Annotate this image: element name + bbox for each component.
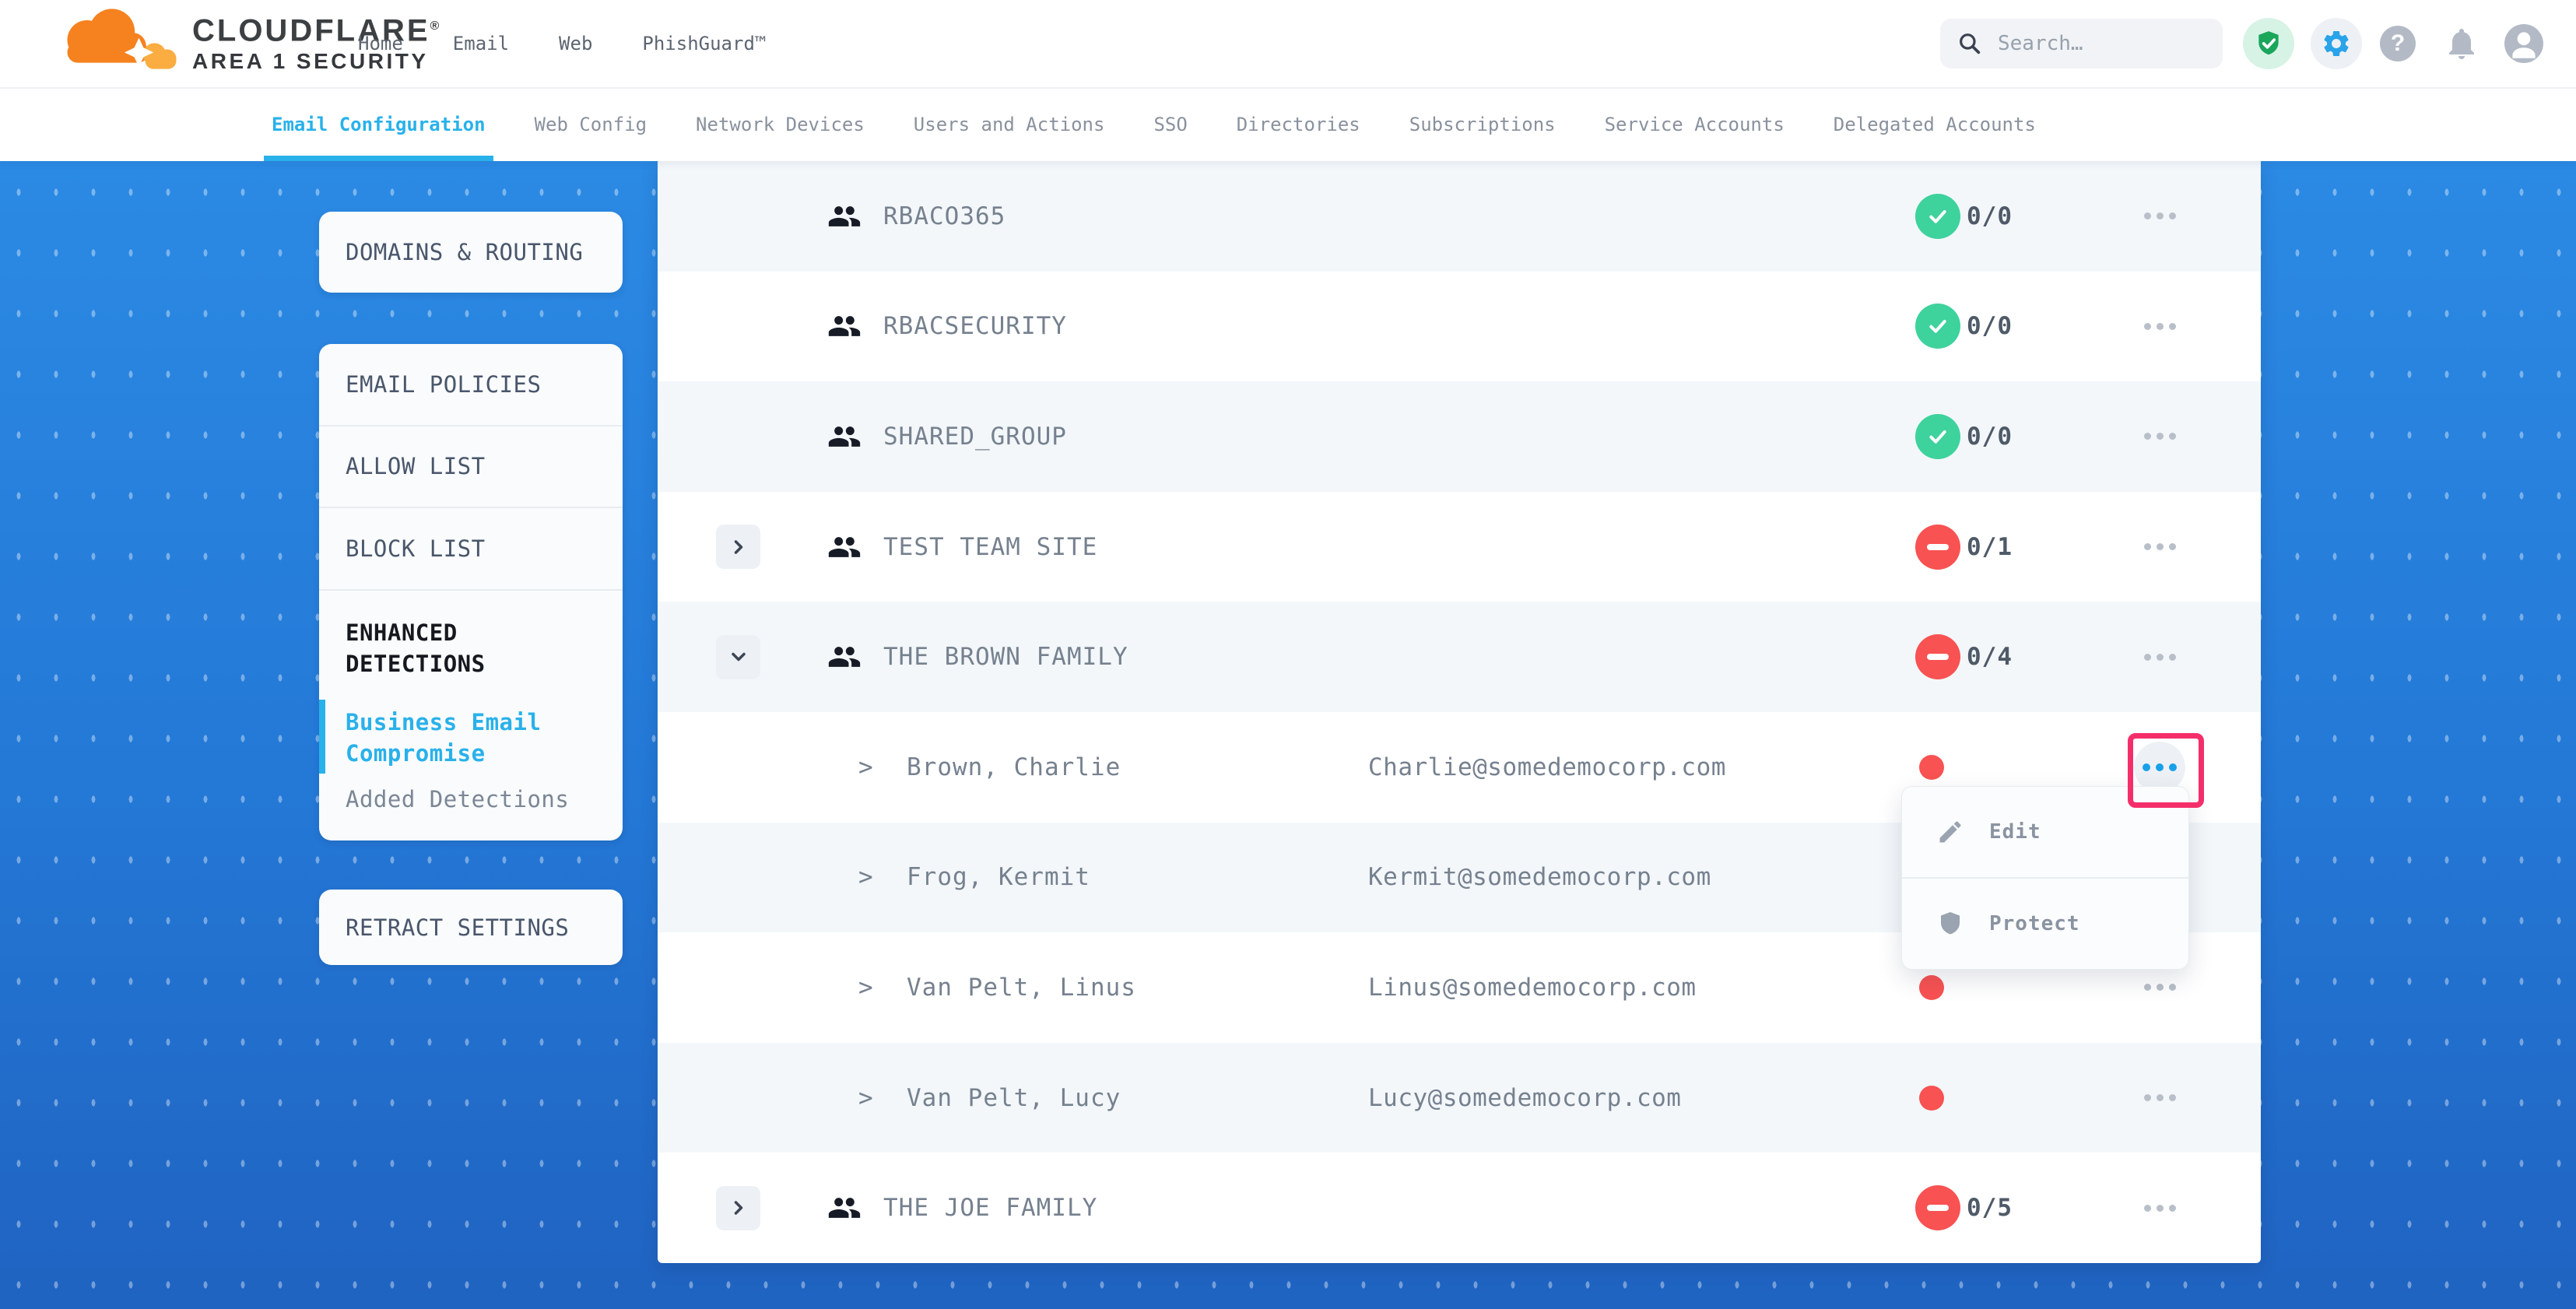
check-icon [1925, 204, 1950, 229]
row-actions-ellipsis-button[interactable] [2134, 742, 2185, 793]
row-actions-ellipsis-button[interactable] [2134, 191, 2185, 242]
status-dot-red [1919, 1086, 1944, 1111]
sidebar-item-email-policies[interactable]: EMAIL POLICIES [319, 344, 623, 426]
table-row-rbaco365: RBACO365 0/0 [658, 161, 2261, 272]
header-icon-group: ? [0, 0, 2576, 87]
sidebar-item-block-list[interactable]: BLOCK LIST [319, 508, 623, 591]
person-email: Lucy@somedemocorp.com [1368, 1043, 1681, 1153]
account-icon[interactable] [2504, 24, 2543, 63]
expand-collapse-button[interactable] [716, 635, 760, 679]
sidebar-item-business-email-compromise[interactable]: Business Email Compromise [319, 700, 553, 774]
status-dot-red [1919, 755, 1944, 780]
sidebar-item-allow-list[interactable]: ALLOW LIST [319, 426, 623, 509]
tab-delegated-accounts[interactable]: Delegated Accounts [1834, 87, 2036, 161]
row-actions-ellipsis-button[interactable] [2134, 1182, 2185, 1234]
tab-web-config[interactable]: Web Config [535, 87, 648, 161]
sidebar-label: DOMAINS & ROUTING [346, 239, 583, 265]
protected-count: 0/0 [1967, 161, 2013, 272]
context-menu-label: Protect [1989, 912, 2080, 935]
status-blocked-badge [1915, 525, 1960, 570]
group-name: THE BROWN FAMILY [883, 602, 1128, 712]
person-email: Charlie@somedemocorp.com [1368, 712, 1726, 823]
table-row-shared-group: SHARED_GROUP 0/0 [658, 381, 2261, 492]
chevron-right-icon [728, 1197, 749, 1219]
protected-count: 0/5 [1967, 1153, 2013, 1263]
shield-icon [1936, 910, 1964, 938]
tab-network-devices[interactable]: Network Devices [696, 87, 865, 161]
person-email: Kermit@somedemocorp.com [1368, 823, 1711, 933]
person-name: Frog, Kermit [907, 823, 1090, 933]
notifications-bell-icon[interactable] [2443, 25, 2480, 62]
person-row-prefix: > [858, 1043, 873, 1153]
group-name: SHARED_GROUP [883, 381, 1067, 492]
row-actions-ellipsis-button[interactable] [2134, 1072, 2185, 1124]
group-icon [827, 640, 862, 674]
chevron-right-icon [728, 536, 749, 558]
sidebar-policies-card: EMAIL POLICIES ALLOW LIST BLOCK LIST ENH… [319, 344, 623, 840]
sidebar-item-enhanced-detections[interactable]: ENHANCED DETECTIONS [319, 591, 545, 700]
status-dot-red [1919, 975, 1944, 1000]
protected-count: 0/4 [1967, 602, 2013, 712]
row-actions-ellipsis-button[interactable] [2134, 411, 2185, 462]
protected-count: 0/0 [1967, 381, 2013, 492]
protected-count: 0/1 [1967, 492, 2013, 602]
tab-subscriptions[interactable]: Subscriptions [1409, 87, 1556, 161]
person-name: Brown, Charlie [907, 712, 1121, 823]
tab-sso[interactable]: SSO [1153, 87, 1187, 161]
protected-count: 0/0 [1967, 272, 2013, 382]
settings-gear-icon[interactable] [2311, 18, 2362, 69]
tab-users-and-actions[interactable]: Users and Actions [914, 87, 1105, 161]
context-menu-label: Edit [1989, 820, 2041, 844]
app-header: CLOUDFLARE® AREA 1 SECURITY HomeEmailWeb… [0, 0, 2576, 89]
person-row-prefix: > [858, 823, 873, 933]
sidebar-item-domains-routing[interactable]: DOMAINS & ROUTING [319, 212, 623, 293]
group-icon [827, 530, 862, 564]
config-tab-bar: Email Configuration Web Config Network Dev… [0, 87, 2576, 161]
sidebar-item-added-detections[interactable]: Added Detections [319, 774, 623, 812]
tab-directories[interactable]: Directories [1237, 87, 1360, 161]
sidebar-item-retract-settings[interactable]: RETRACT SETTINGS [319, 890, 623, 965]
table-row-the-brown-family: THE BROWN FAMILY 0/4 [658, 602, 2261, 712]
expand-row-button[interactable] [716, 1186, 760, 1230]
tab-email-configuration[interactable]: Email Configuration [272, 87, 486, 161]
group-icon [827, 309, 862, 343]
group-name: RBACO365 [883, 161, 1005, 272]
group-icon [827, 199, 862, 233]
row-context-menu: Edit Protect [1901, 786, 2189, 970]
row-actions-ellipsis-button[interactable] [2134, 300, 2185, 352]
status-ok-badge [1915, 304, 1960, 349]
group-name: TEST TEAM SITE [883, 492, 1097, 602]
table-row-the-joe-family: THE JOE FAMILY 0/5 [658, 1153, 2261, 1263]
shield-check-icon[interactable] [2243, 18, 2294, 69]
group-icon [827, 419, 862, 454]
groups-table-panel: RBACO365 0/0 RBACSECURITY 0/0 SHARED_GROUP 0/… [658, 161, 2261, 1263]
chevron-down-icon [728, 646, 749, 668]
table-row-test-team-site: TEST TEAM SITE 0/1 [658, 492, 2261, 602]
status-blocked-badge [1915, 1185, 1960, 1230]
row-actions-ellipsis-button[interactable] [2134, 631, 2185, 683]
check-icon [1925, 314, 1950, 339]
context-menu-item-protect[interactable]: Protect [1902, 877, 2188, 969]
person-email: Linus@somedemocorp.com [1368, 932, 1697, 1043]
table-row-van-pelt-lucy: > Van Pelt, Lucy Lucy@somedemocorp.com [658, 1043, 2261, 1153]
group-name: RBACSECURITY [883, 272, 1067, 382]
status-ok-badge [1915, 194, 1960, 239]
check-icon [1925, 424, 1950, 449]
group-icon [827, 1191, 862, 1225]
person-name: Van Pelt, Linus [907, 932, 1136, 1043]
status-ok-badge [1915, 414, 1960, 459]
pencil-icon [1936, 818, 1964, 846]
person-name: Van Pelt, Lucy [907, 1043, 1121, 1153]
tab-service-accounts[interactable]: Service Accounts [1605, 87, 1785, 161]
table-row-rbacsecurity: RBACSECURITY 0/0 [658, 272, 2261, 382]
person-row-prefix: > [858, 712, 873, 823]
context-menu-item-edit[interactable]: Edit [1902, 787, 2188, 877]
group-name: THE JOE FAMILY [883, 1153, 1097, 1263]
row-actions-ellipsis-button[interactable] [2134, 521, 2185, 573]
status-blocked-badge [1915, 634, 1960, 679]
help-icon[interactable]: ? [2380, 26, 2416, 61]
person-row-prefix: > [858, 932, 873, 1043]
expand-row-button[interactable] [716, 525, 760, 569]
